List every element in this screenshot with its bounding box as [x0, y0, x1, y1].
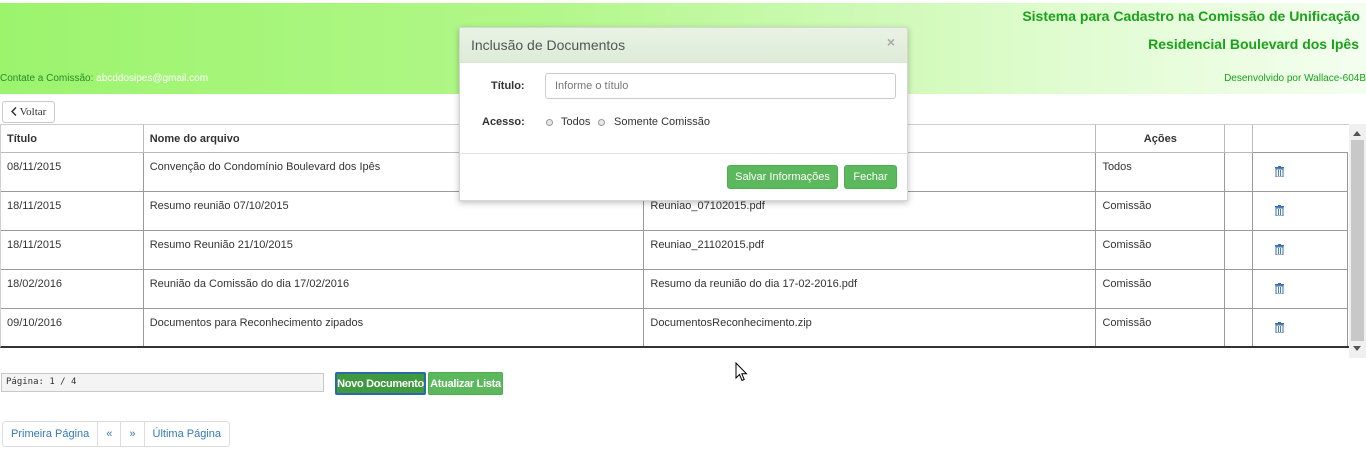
- cell-access: Comissão: [1095, 269, 1226, 309]
- cell-access: Comissão: [1095, 191, 1226, 231]
- table-row[interactable]: 09/10/2016 Documentos para Reconheciment…: [1, 308, 1348, 346]
- column-header-spacer: [1253, 125, 1348, 153]
- table-row[interactable]: 18/11/2015 Resumo Reunião 21/10/2015 Reu…: [1, 230, 1348, 270]
- contact-line: Contate a Comissão: abcddosipes@gmail.co…: [0, 73, 208, 84]
- cell-file: Reuniao_21102015.pdf: [643, 230, 1097, 270]
- cell-name: Resumo Reunião 21/10/2015: [142, 230, 645, 270]
- cell-empty: [1224, 308, 1254, 346]
- cell-empty: [1224, 269, 1254, 309]
- cell-actions: [1252, 230, 1348, 270]
- trash-icon[interactable]: [1275, 166, 1285, 178]
- pagination: Primeira Página « » Última Página: [2, 421, 230, 447]
- cell-name: Reunião da Comissão do dia 17/02/2016: [142, 269, 645, 309]
- close-button[interactable]: Fechar: [844, 165, 897, 189]
- grid-scrollbar[interactable]: [1349, 124, 1366, 358]
- cell-date: 18/11/2015: [1, 230, 144, 270]
- cell-access: Comissão: [1095, 230, 1226, 270]
- column-header-title[interactable]: Título: [1, 125, 144, 153]
- close-icon[interactable]: ×: [887, 34, 895, 50]
- system-subtitle: Residencial Boulevard dos Ipês: [1148, 36, 1359, 52]
- modal-title: Inclusão de Documentos: [471, 37, 626, 53]
- cell-actions: [1252, 152, 1348, 192]
- mouse-pointer-icon: [735, 361, 748, 385]
- trash-icon[interactable]: [1275, 283, 1285, 295]
- cell-actions: [1252, 269, 1348, 309]
- cell-access: Comissão: [1095, 308, 1226, 346]
- access-option-todos: Todos: [561, 116, 591, 128]
- cell-date: 08/11/2015: [1, 152, 144, 192]
- cell-date: 18/02/2016: [1, 269, 144, 309]
- modal-header: Inclusão de Documentos ×: [460, 28, 907, 63]
- chevron-left-icon: [10, 106, 17, 117]
- cell-empty: [1224, 230, 1254, 270]
- next-page-link[interactable]: »: [121, 422, 145, 446]
- page-info-field: Página: 1 / 4: [1, 373, 324, 392]
- back-button-label: Voltar: [19, 106, 47, 118]
- include-document-modal: Inclusão de Documentos × Título: Acesso:…: [459, 27, 908, 201]
- contact-label: Contate a Comissão:: [0, 73, 94, 84]
- last-page-link[interactable]: Última Página: [145, 422, 229, 446]
- column-header-actions: Ações: [1095, 125, 1226, 153]
- title-input[interactable]: [545, 73, 896, 99]
- trash-icon[interactable]: [1275, 205, 1285, 217]
- access-radio-somente-comissao[interactable]: [598, 119, 605, 126]
- table-row[interactable]: 18/02/2016 Reunião da Comissão do dia 17…: [1, 269, 1348, 309]
- first-page-link[interactable]: Primeira Página: [3, 422, 99, 446]
- previous-page-link[interactable]: «: [98, 422, 122, 446]
- cell-empty: [1224, 152, 1254, 192]
- cell-file: DocumentosReconhecimento.zip: [643, 308, 1097, 346]
- new-document-button[interactable]: Novo Documento: [335, 372, 426, 395]
- cell-actions: [1252, 308, 1348, 346]
- cell-actions: [1252, 191, 1348, 231]
- contact-email-link[interactable]: abcddosipes@gmail.com: [96, 73, 208, 84]
- refresh-list-button[interactable]: Atualizar Lista: [428, 372, 503, 395]
- save-button[interactable]: Salvar Informações: [727, 165, 838, 189]
- scroll-thumb[interactable]: [1351, 140, 1364, 341]
- access-option-somente-comissao: Somente Comissão: [614, 116, 710, 128]
- cell-date: 09/10/2016: [1, 308, 144, 346]
- cell-access: Todos: [1095, 152, 1226, 192]
- cell-name: Documentos para Reconhecimento zipados: [142, 308, 645, 346]
- back-button[interactable]: Voltar: [2, 101, 55, 123]
- scroll-up-arrow-icon[interactable]: [1353, 131, 1361, 136]
- system-title: Sistema para Cadastro na Comissão de Uni…: [1022, 8, 1360, 24]
- title-label: Título:: [491, 80, 525, 92]
- cell-date: 18/11/2015: [1, 191, 144, 231]
- developer-credit: Desenvolvido por Wallace-604B: [1224, 73, 1366, 84]
- cell-empty: [1224, 191, 1254, 231]
- modal-footer-divider: [460, 153, 907, 154]
- cell-file: Resumo da reunião do dia 17-02-2016.pdf: [643, 269, 1097, 309]
- access-radio-todos[interactable]: [546, 119, 553, 126]
- trash-icon[interactable]: [1275, 244, 1285, 256]
- column-header-spacer: [1224, 125, 1254, 153]
- trash-icon[interactable]: [1275, 322, 1285, 334]
- scroll-down-arrow-icon[interactable]: [1353, 346, 1361, 351]
- access-label: Acesso:: [482, 116, 525, 128]
